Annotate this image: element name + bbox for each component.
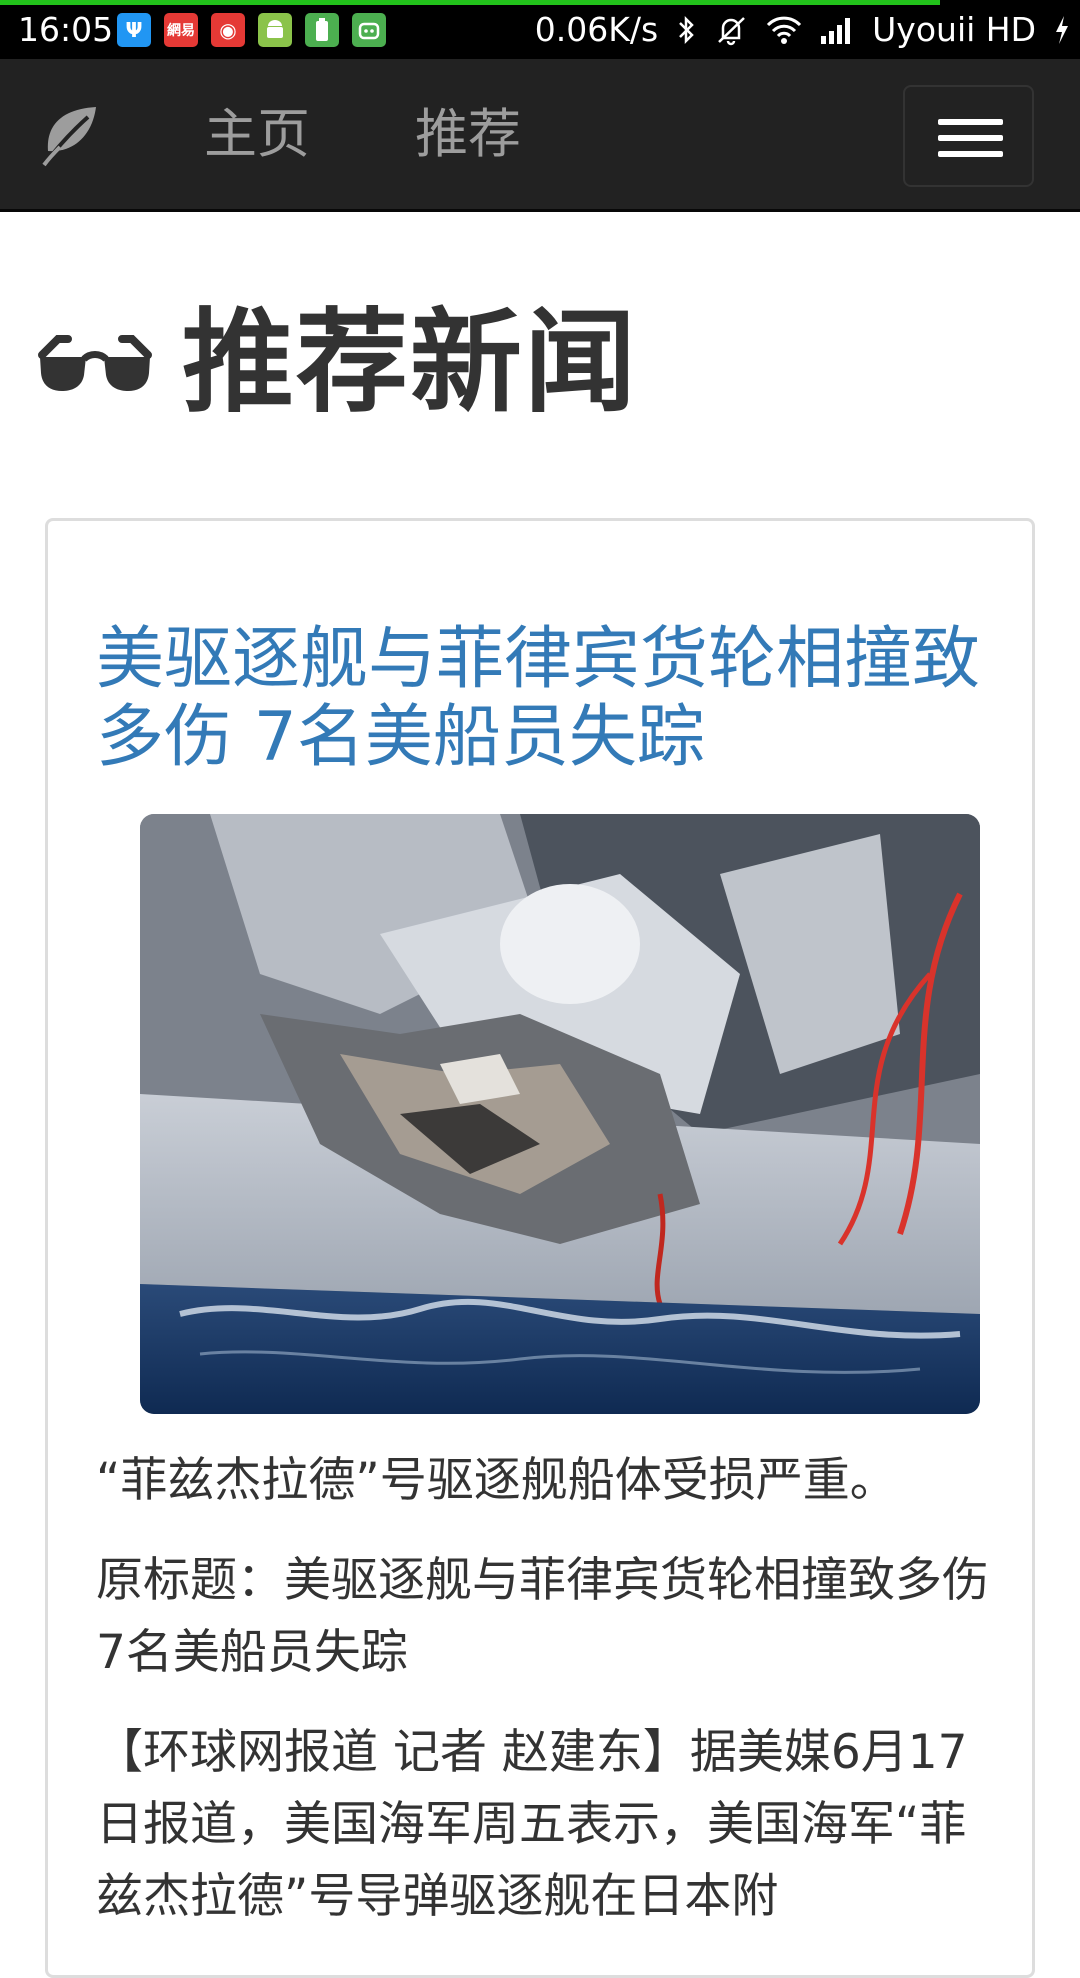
hamburger-bar	[938, 135, 1003, 141]
usb-icon: Ψ	[117, 13, 151, 47]
android-icon	[258, 13, 292, 47]
status-bar: 16:05 Ψ 網易 ◉ 0.06K/s Uyouii HD	[0, 0, 1080, 59]
nav-link-recommend[interactable]: 推荐	[415, 99, 521, 171]
carrier-name: Uyouii HD	[872, 10, 1036, 49]
bluetooth-icon	[676, 14, 696, 46]
article-paragraph: 原标题：美驱逐舰与菲律宾货轮相撞致多伤7名美船员失踪	[96, 1553, 989, 1680]
page-heading: 推荐新闻	[38, 288, 638, 438]
status-right: 0.06K/s Uyouii HD	[535, 10, 1070, 50]
mute-vibrate-icon	[714, 14, 748, 46]
wifi-icon	[766, 15, 802, 45]
charging-icon	[1054, 14, 1070, 46]
navbar: 主页 推荐	[0, 59, 1080, 212]
article-paragraph: 【环球网报道 记者 赵建东】据美媒6月17日报道，美国海军周五表示，美国海军“菲…	[96, 1725, 968, 1924]
article-image	[140, 814, 980, 1414]
nav-link-home[interactable]: 主页	[204, 99, 310, 171]
status-time: 16:05	[18, 10, 114, 49]
hamburger-bar	[938, 151, 1003, 157]
article-title-link[interactable]: 美驱逐舰与菲律宾货轮相撞致多伤 7名美船员失踪	[96, 621, 996, 777]
hamburger-menu-icon	[938, 119, 1003, 125]
netease-icon: 網易	[164, 13, 198, 47]
leaf-icon[interactable]	[42, 103, 102, 167]
signal-icon	[820, 16, 854, 44]
android-robot-icon	[352, 13, 386, 47]
weibo-icon: ◉	[211, 13, 245, 47]
sunglasses-icon	[38, 335, 152, 391]
article-panel: 美驱逐舰与菲律宾货轮相撞致多伤 7名美船员失踪 “菲兹杰拉德”号驱逐舰船体受损严…	[45, 518, 1035, 1978]
page-load-progress	[0, 0, 940, 5]
navbar-toggle-button[interactable]	[903, 85, 1034, 187]
battery-app-icon	[305, 13, 339, 47]
image-caption: “菲兹杰拉德”号驱逐舰船体受损严重。	[96, 1453, 897, 1508]
network-speed: 0.06K/s	[534, 10, 659, 49]
notification-icons: Ψ 網易 ◉	[117, 13, 386, 47]
page-title: 推荐新闻	[182, 298, 638, 428]
